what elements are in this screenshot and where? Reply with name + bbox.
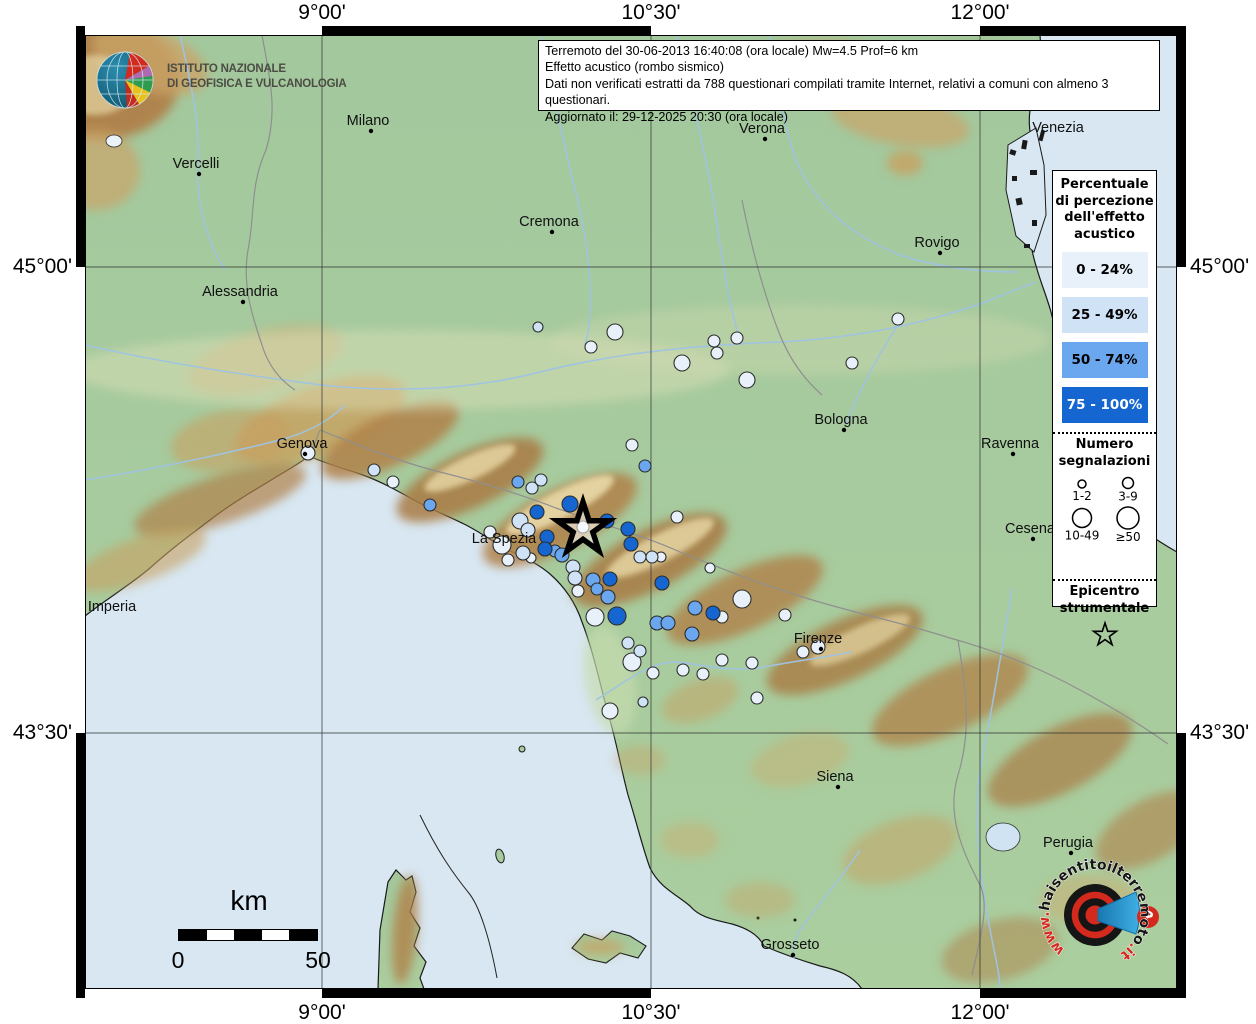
axis-label-bottom: 10°30'	[606, 1001, 696, 1024]
map-frame	[76, 26, 1186, 998]
axis-label-top: 9°00'	[277, 1, 367, 25]
legend-count-label: 10-49	[1064, 529, 1099, 543]
earthquake-perception-map: MilanoVercelliCremonaVeronaVeneziaRovigo…	[0, 0, 1256, 1024]
legend-count-circles: 1-2 3-9 10-49 ≥50	[1055, 470, 1155, 570]
legend-epicenter-star-icon	[1088, 619, 1122, 651]
legend-count-label: 3-9	[1118, 490, 1138, 504]
scale-bar: km 0 50	[160, 885, 340, 980]
legend-star-glyph	[1093, 623, 1116, 645]
axis-label-left: 43°30'	[2, 721, 72, 745]
axis-label-top: 12°00'	[935, 1, 1025, 25]
axis-label-top: 10°30'	[606, 1, 696, 25]
scale-bar-unit: km	[160, 885, 338, 917]
title-line-3: Dati non verificati estratti da 788 ques…	[545, 76, 1153, 109]
legend-divider-2	[1053, 579, 1156, 581]
scale-bar-end: 50	[302, 947, 334, 974]
legend-count-label: ≥50	[1115, 530, 1140, 544]
scale-bar-graphic	[178, 929, 318, 941]
legend-count-circle	[1078, 480, 1086, 488]
axis-label-bottom: 12°00'	[935, 1001, 1025, 1024]
legend-perception-title: Percentuale di percezione dell'effetto a…	[1053, 177, 1156, 243]
legend-divider	[1053, 432, 1156, 434]
legend: Percentuale di percezione dell'effetto a…	[1052, 170, 1157, 607]
ingv-globe-icon	[93, 48, 157, 112]
legend-count-circle	[1122, 478, 1133, 489]
legend-count-circle	[1117, 507, 1139, 529]
legend-count-label: 1-2	[1072, 489, 1092, 503]
ingv-name-line-1: ISTITUTO NAZIONALE	[167, 62, 346, 77]
title-line-2: Effetto acustico (rombo sismico)	[545, 59, 1153, 75]
legend-count-circle	[1072, 509, 1091, 528]
scale-bar-start: 0	[164, 947, 192, 974]
legend-swatch-0-24: 0 - 24%	[1062, 252, 1148, 288]
legend-count-title: Numero segnalazioni	[1053, 437, 1156, 470]
axis-label-bottom: 9°00'	[277, 1001, 367, 1024]
title-box: Terremoto del 30-06-2013 16:40:08 (ora l…	[538, 40, 1160, 111]
title-line-1: Terremoto del 30-06-2013 16:40:08 (ora l…	[545, 43, 1153, 59]
ingv-logo: ISTITUTO NAZIONALE DI GEOFISICA E VULCAN…	[93, 48, 423, 112]
axis-label-left: 45°00'	[2, 255, 72, 279]
ingv-name-line-2: DI GEOFISICA E VULCANOLOGIA	[167, 77, 346, 92]
axis-label-right: 45°00'	[1190, 255, 1256, 279]
axis-label-right: 43°30'	[1190, 721, 1256, 745]
legend-swatch-50-74: 50 - 74%	[1062, 342, 1148, 378]
legend-swatch-75-100: 75 - 100%	[1062, 387, 1148, 423]
title-line-4: Aggiornato il: 29-12-2025 20:30 (ora loc…	[545, 109, 1153, 125]
legend-swatch-25-49: 25 - 49%	[1062, 297, 1148, 333]
legend-epicenter-title: Epicentro strumentale	[1053, 584, 1156, 617]
